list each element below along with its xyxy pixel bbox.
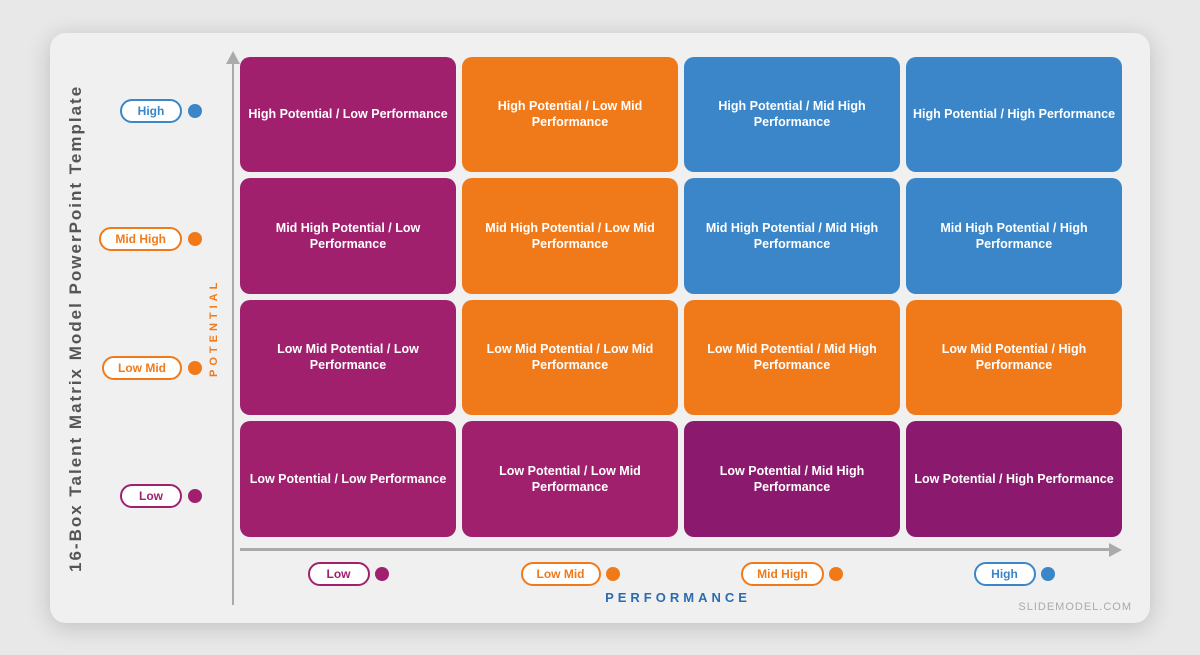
cell-3-0: Low Potential / Low Performance <box>240 421 456 537</box>
x-label-midhigh: Mid High <box>684 562 900 586</box>
arrow-line-v <box>232 64 235 605</box>
x-pill-low: Low <box>308 562 370 586</box>
y-pill-low: Low <box>120 484 182 508</box>
cell-3-3: Low Potential / High Performance <box>906 421 1122 537</box>
x-labels-row: Low Low Mid Mid High <box>234 562 1122 586</box>
y-dot-low <box>188 489 202 503</box>
y-pill-lowmid: Low Mid <box>102 356 182 380</box>
x-pill-lowmid: Low Mid <box>521 562 601 586</box>
grid-row-3: Low Potential / Low Performance Low Pote… <box>240 421 1122 537</box>
cell-0-1: High Potential / Low Mid Performance <box>462 57 678 173</box>
cell-2-1: Low Mid Potential / Low Mid Performance <box>462 300 678 416</box>
grid-row-1: Mid High Potential / Low Performance Mid… <box>240 178 1122 294</box>
x-dot-lowmid <box>606 567 620 581</box>
chart-area: High Mid High Low Mid Low <box>92 51 1122 605</box>
cell-2-3: Low Mid Potential / High Performance <box>906 300 1122 416</box>
y-dot-high <box>188 104 202 118</box>
grid-row-0: High Potential / Low Performance High Po… <box>240 57 1122 173</box>
x-axis-arrow-line <box>240 548 1109 551</box>
cell-3-2: Low Potential / Mid High Performance <box>684 421 900 537</box>
cell-3-1: Low Potential / Low Mid Performance <box>462 421 678 537</box>
x-label-lowmid: Low Mid <box>462 562 678 586</box>
x-dot-high <box>1041 567 1055 581</box>
y-dot-midhigh <box>188 232 202 246</box>
grid-content: High Potential / Low Performance High Po… <box>234 51 1122 537</box>
y-label-high: High <box>120 61 202 161</box>
y-axis-label: POTENTIAL <box>208 51 220 605</box>
y-pill-midhigh: Mid High <box>99 227 182 251</box>
cell-1-2: Mid High Potential / Mid High Performanc… <box>684 178 900 294</box>
y-label-lowmid: Low Mid <box>102 318 202 418</box>
y-dot-lowmid <box>188 361 202 375</box>
cell-2-2: Low Mid Potential / Mid High Performance <box>684 300 900 416</box>
cell-1-3: Mid High Potential / High Performance <box>906 178 1122 294</box>
y-pill-high: High <box>120 99 182 123</box>
arrow-head-right <box>1109 543 1122 557</box>
x-dot-midhigh <box>829 567 843 581</box>
cell-0-0: High Potential / Low Performance <box>240 57 456 173</box>
slide-title: 16-Box Talent Matrix Model PowerPoint Te… <box>60 51 92 605</box>
y-label-low: Low <box>120 446 202 546</box>
x-axis-title: PERFORMANCE <box>234 590 1122 605</box>
y-axis-area: High Mid High Low Mid Low <box>92 51 202 605</box>
cell-0-2: High Potential / Mid High Performance <box>684 57 900 173</box>
cell-0-3: High Potential / High Performance <box>906 57 1122 173</box>
y-arrow <box>226 51 240 605</box>
credit: SLIDEMODEL.COM <box>1018 601 1132 613</box>
x-label-low: Low <box>240 562 456 586</box>
main-content: High Mid High Low Mid Low <box>92 51 1122 605</box>
x-dot-low <box>375 567 389 581</box>
x-label-high: High <box>906 562 1122 586</box>
cell-1-1: Mid High Potential / Low Mid Performance <box>462 178 678 294</box>
grid-row-2: Low Mid Potential / Low Performance Low … <box>240 300 1122 416</box>
y-label-midhigh: Mid High <box>99 189 202 289</box>
arrow-head-up <box>226 51 240 64</box>
x-axis-arrow-container <box>234 543 1122 557</box>
cell-2-0: Low Mid Potential / Low Performance <box>240 300 456 416</box>
grid-and-axis: POTENTIAL High Potential / Low Performan… <box>202 51 1122 605</box>
x-pill-high: High <box>974 562 1036 586</box>
cell-1-0: Mid High Potential / Low Performance <box>240 178 456 294</box>
x-pill-midhigh: Mid High <box>741 562 824 586</box>
slide-container: 16-Box Talent Matrix Model PowerPoint Te… <box>50 33 1150 623</box>
